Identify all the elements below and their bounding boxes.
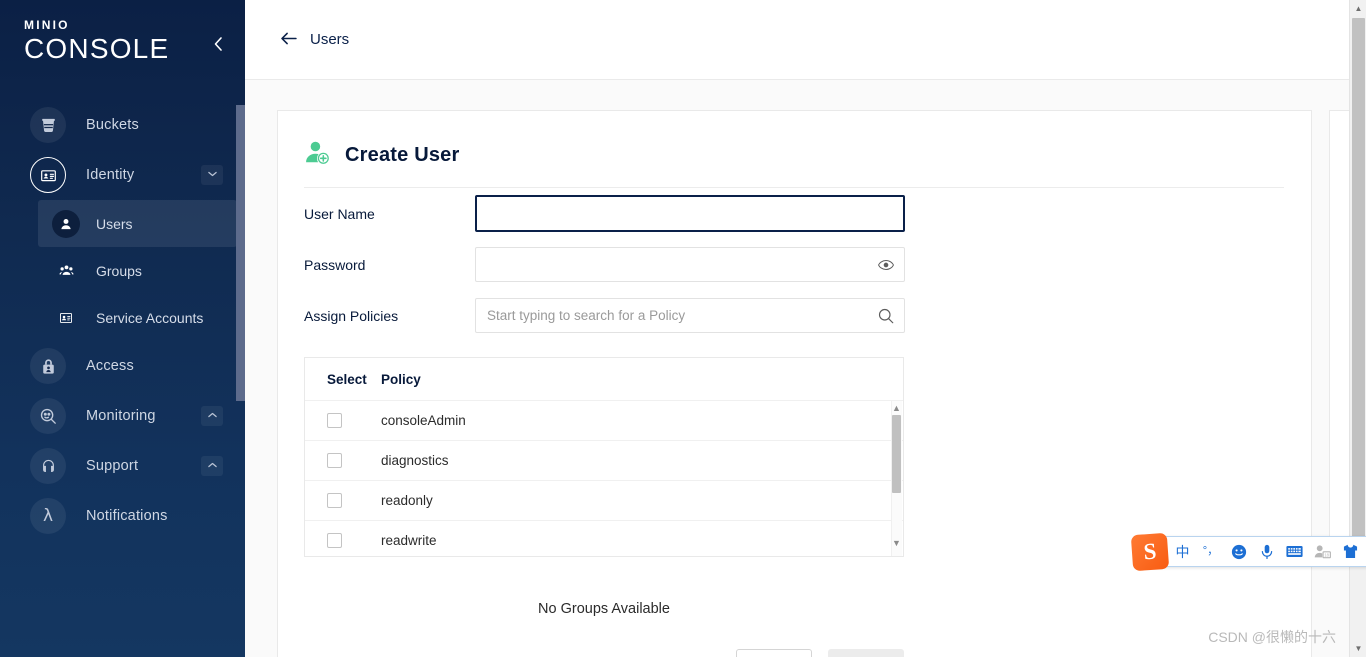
policy-table: Select Policy consoleAdmin diagnostics r… (304, 357, 904, 557)
page-scrollbar-thumb[interactable] (1352, 18, 1365, 563)
soft-keyboard-icon[interactable] (1286, 543, 1303, 560)
clear-button[interactable]: Clear (736, 649, 812, 657)
policy-name: readonly (381, 493, 433, 508)
sidebar-item-notifications[interactable]: λ Notifications (0, 491, 245, 541)
voice-input-icon[interactable] (1258, 543, 1275, 560)
chevron-up-icon[interactable] (201, 456, 223, 476)
scroll-up-arrow-icon[interactable]: ▲ (1350, 0, 1366, 17)
group-icon (52, 257, 80, 285)
eye-icon[interactable] (878, 259, 894, 271)
sidebar-item-monitoring[interactable]: Monitoring (0, 391, 245, 441)
sidebar-item-users[interactable]: Users (38, 200, 237, 247)
sogou-logo-icon[interactable]: S (1130, 532, 1170, 572)
sidebar-item-label: Monitoring (86, 408, 156, 424)
policy-checkbox[interactable] (327, 533, 342, 548)
password-input[interactable] (475, 247, 905, 282)
triangle-up-icon[interactable]: ▲ (892, 402, 901, 414)
table-row[interactable]: readwrite (305, 520, 903, 556)
field-assign-policies: Assign Policies (304, 290, 1284, 341)
sidebar-subitem-label: Groups (96, 262, 142, 279)
service-account-icon (52, 304, 80, 332)
sidebar-item-label: Access (86, 358, 134, 374)
svg-text:18: 18 (1324, 552, 1329, 557)
sidebar-item-label: Notifications (86, 508, 168, 524)
lambda-icon: λ (30, 498, 66, 534)
logo-console-text: CONSOLE (24, 33, 170, 64)
chevron-down-icon[interactable] (201, 165, 223, 185)
user-name-input[interactable] (475, 195, 905, 232)
save-button[interactable]: Save (828, 649, 904, 657)
sidebar-item-support[interactable]: Support (0, 441, 245, 491)
create-user-header: Create User (304, 139, 1284, 187)
user-center-icon[interactable]: 18 (1314, 543, 1331, 560)
page-header: Users (245, 0, 1366, 80)
sidebar-item-label: Support (86, 458, 139, 474)
logo-minio-text: MINIO (24, 18, 70, 32)
chevron-up-icon[interactable] (201, 406, 223, 426)
policy-checkbox[interactable] (327, 493, 342, 508)
sidebar-subitem-label: Users (96, 215, 133, 232)
column-header-select: Select (327, 371, 367, 387)
sidebar-scrollbar-thumb[interactable] (236, 105, 245, 401)
add-user-icon (304, 139, 331, 171)
policy-table-body: consoleAdmin diagnostics readonly readwr… (305, 400, 903, 556)
identity-card-icon (30, 157, 66, 193)
policy-table-header: Select Policy (305, 358, 903, 400)
sidebar-item-label: Buckets (86, 117, 139, 133)
chevron-left-icon[interactable] (209, 36, 227, 54)
policy-checkbox[interactable] (327, 453, 342, 468)
sidebar-item-buckets[interactable]: Buckets (0, 100, 245, 150)
minio-console-app: MINIO CONSOLE Buckets Identity Users Gro… (0, 0, 1366, 657)
create-user-title: Create User (345, 143, 460, 166)
emoji-icon[interactable] (1230, 543, 1247, 560)
policy-name: readwrite (381, 533, 437, 548)
monitor-search-icon (30, 398, 66, 434)
scroll-down-arrow-icon[interactable]: ▼ (1350, 640, 1366, 657)
bucket-icon (30, 107, 66, 143)
arrow-left-icon[interactable] (280, 31, 297, 48)
table-row[interactable]: consoleAdmin (305, 400, 903, 440)
field-label: Password (304, 256, 366, 273)
sidebar-item-access[interactable]: Access (0, 341, 245, 391)
sidebar-item-label: Identity (86, 167, 135, 183)
search-icon[interactable] (878, 308, 894, 324)
field-label: Assign Policies (304, 307, 399, 324)
policy-name: consoleAdmin (381, 413, 466, 428)
triangle-down-icon[interactable]: ▼ (892, 537, 901, 549)
field-password: Password (304, 239, 1284, 290)
policy-table-scrollbar-thumb[interactable] (892, 415, 901, 493)
lock-user-icon (30, 348, 66, 384)
ime-toolbar[interactable]: S 中 °， 18 (1130, 532, 1366, 572)
punctuation-icon[interactable]: °， (1202, 543, 1219, 560)
policy-checkbox[interactable] (327, 413, 342, 428)
page-title: Users (310, 31, 350, 48)
sidebar-item-identity[interactable]: Identity (0, 150, 245, 200)
sidebar-nav: Buckets Identity Users Groups Service Ac… (0, 100, 245, 541)
skin-icon[interactable] (1342, 543, 1359, 560)
sidebar-subitem-label: Service Accounts (96, 309, 204, 326)
content-area: Create User User Name Password Assign Po… (245, 80, 1366, 657)
chinese-mode-icon[interactable]: 中 (1174, 543, 1191, 560)
sidebar-item-groups[interactable]: Groups (38, 247, 237, 294)
create-user-card: Create User User Name Password Assign Po… (277, 110, 1312, 657)
form-actions: Clear Save (304, 649, 904, 657)
table-row[interactable]: diagnostics (305, 440, 903, 480)
sidebar: MINIO CONSOLE Buckets Identity Users Gro… (0, 0, 245, 657)
support-headset-icon (30, 448, 66, 484)
column-header-policy: Policy (381, 371, 421, 387)
assign-policies-input[interactable] (475, 298, 905, 333)
table-row[interactable]: readonly (305, 480, 903, 520)
no-groups-message: No Groups Available (538, 601, 670, 617)
field-label: User Name (304, 205, 375, 222)
policy-name: diagnostics (381, 453, 449, 468)
sidebar-item-service-accounts[interactable]: Service Accounts (38, 294, 237, 341)
field-user-name: User Name (304, 188, 1284, 239)
csdn-watermark: CSDN @很懒的十六 (1208, 629, 1336, 645)
sidebar-logo: MINIO CONSOLE (0, 0, 245, 86)
user-icon (52, 209, 80, 238)
